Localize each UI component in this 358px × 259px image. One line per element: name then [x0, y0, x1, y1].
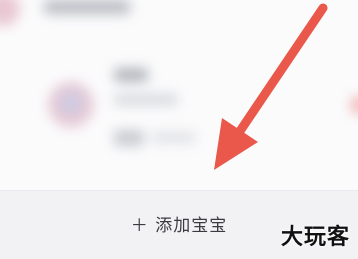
baby-avatar[interactable] [48, 82, 94, 128]
baby-profile-screen: ＋ 添加宝宝 大玩客 [0, 0, 358, 259]
baby-detail-blurred [152, 132, 196, 143]
blurred-content [0, 0, 358, 190]
baby-tag-blurred [114, 130, 144, 146]
watermark-logo: 大玩客 [280, 225, 350, 250]
add-baby-label: ＋ 添加宝宝 [130, 215, 228, 236]
baby-age-blurred [114, 94, 178, 105]
profile-name-blurred [44, 0, 130, 14]
side-indicator [350, 96, 358, 114]
profile-list-area [0, 0, 358, 190]
avatar[interactable] [0, 0, 20, 26]
baby-name-blurred [114, 68, 148, 82]
add-baby-button[interactable]: ＋ 添加宝宝 [104, 205, 254, 241]
baby-profile-card[interactable] [44, 52, 324, 172]
